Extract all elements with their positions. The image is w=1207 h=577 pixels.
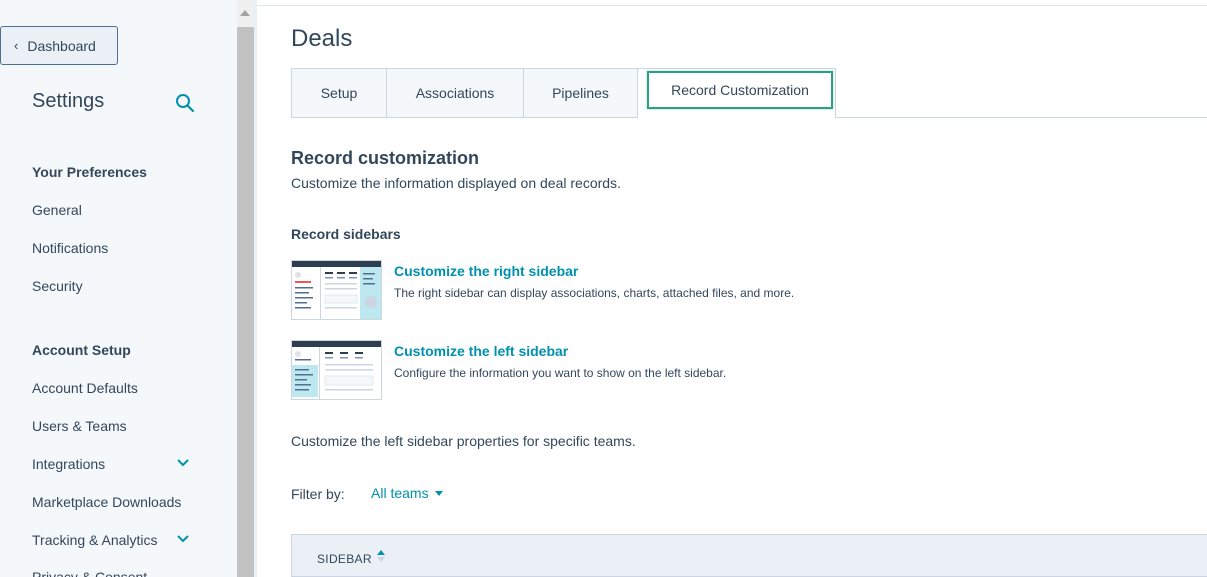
chevron-left-icon: ‹ [14,38,19,53]
header-divider [257,5,1207,6]
right-sidebar-preview-image [291,260,382,320]
tab-highlight-box: Record Customization [647,71,833,109]
settings-tabs: Setup Associations Pipelines Record Cust… [291,68,836,118]
section-title: Record customization [291,148,480,168]
tab-label: Pipelines [552,85,609,101]
chevron-down-icon[interactable] [176,532,190,546]
sidebar-item-users-teams[interactable]: Users & Teams [32,416,212,436]
column-header-sidebar[interactable]: SIDEBAR [317,550,385,566]
team-filter-dropdown[interactable]: All teams [371,485,443,501]
sidebar-scrollbar[interactable] [237,0,254,577]
chevron-down-icon[interactable] [176,456,190,470]
sidebar-item-label: Marketplace Downloads [32,494,182,510]
nav-heading-preferences: Your Preferences [32,164,147,180]
tab-record-customization[interactable]: Record Customization [637,68,836,118]
sidebar-item-account-defaults[interactable]: Account Defaults [32,378,212,398]
tab-setup[interactable]: Setup [291,68,386,118]
sidebar-item-label: Users & Teams [32,418,127,434]
tabs-divider [835,117,1207,118]
dashboard-back-button[interactable]: ‹ Dashboard [0,26,118,65]
content-gutter [254,0,257,577]
sidebar-item-label: Privacy & Consent [32,569,148,577]
sidebar-item-privacy-consent[interactable]: Privacy & Consent [32,567,212,577]
filter-label: Filter by: [291,486,345,502]
sidebar-item-label: Notifications [32,240,109,256]
customize-right-sidebar-link[interactable]: Customize the right sidebar [394,263,578,279]
scrollbar-thumb[interactable] [237,27,254,577]
page-title: Deals [291,25,353,52]
record-sidebars-title: Record sidebars [291,226,401,242]
sidebar-item-tracking-analytics[interactable]: Tracking & Analytics [32,530,212,550]
tab-pipelines[interactable]: Pipelines [523,68,637,118]
sidebar-item-integrations[interactable]: Integrations [32,454,212,474]
sidebar-item-label: Security [32,278,83,294]
sort-icon [376,550,385,562]
team-filter-value: All teams [371,485,429,501]
left-sidebar-description: Configure the information you want to sh… [394,366,727,380]
nav-heading-account-setup: Account Setup [32,342,131,358]
tab-label: Record Customization [671,82,809,98]
column-header-label: SIDEBAR [317,552,372,566]
settings-title: Settings [32,90,105,112]
sidebar-table-header: SIDEBAR [291,534,1207,577]
right-sidebar-description: The right sidebar can display associatio… [394,286,795,300]
search-icon[interactable] [175,93,195,113]
dashboard-back-label: Dashboard [27,37,96,54]
left-sidebar-preview-image [291,340,382,400]
customize-left-sidebar-link[interactable]: Customize the left sidebar [394,343,568,359]
sidebar-item-label: Account Defaults [32,380,138,396]
scroll-up-arrow-icon[interactable] [240,10,250,16]
tab-label: Associations [415,85,495,101]
caret-down-icon [434,490,443,496]
sidebar-item-marketplace-downloads[interactable]: Marketplace Downloads [32,492,212,512]
sidebar-item-label: General [32,202,82,218]
sidebar-item-security[interactable]: Security [32,276,212,296]
section-subtitle: Customize the information displayed on d… [291,175,621,191]
tab-label: Setup [320,85,358,101]
teams-note: Customize the left sidebar properties fo… [291,433,636,449]
sidebar-item-label: Integrations [32,456,106,472]
sidebar-item-notifications[interactable]: Notifications [32,238,212,258]
settings-sidebar: ‹ Dashboard Settings Your Preferences Ge… [0,0,237,577]
tab-associations[interactable]: Associations [386,68,523,118]
sidebar-item-general[interactable]: General [32,200,212,220]
sidebar-item-label: Tracking & Analytics [32,532,158,548]
